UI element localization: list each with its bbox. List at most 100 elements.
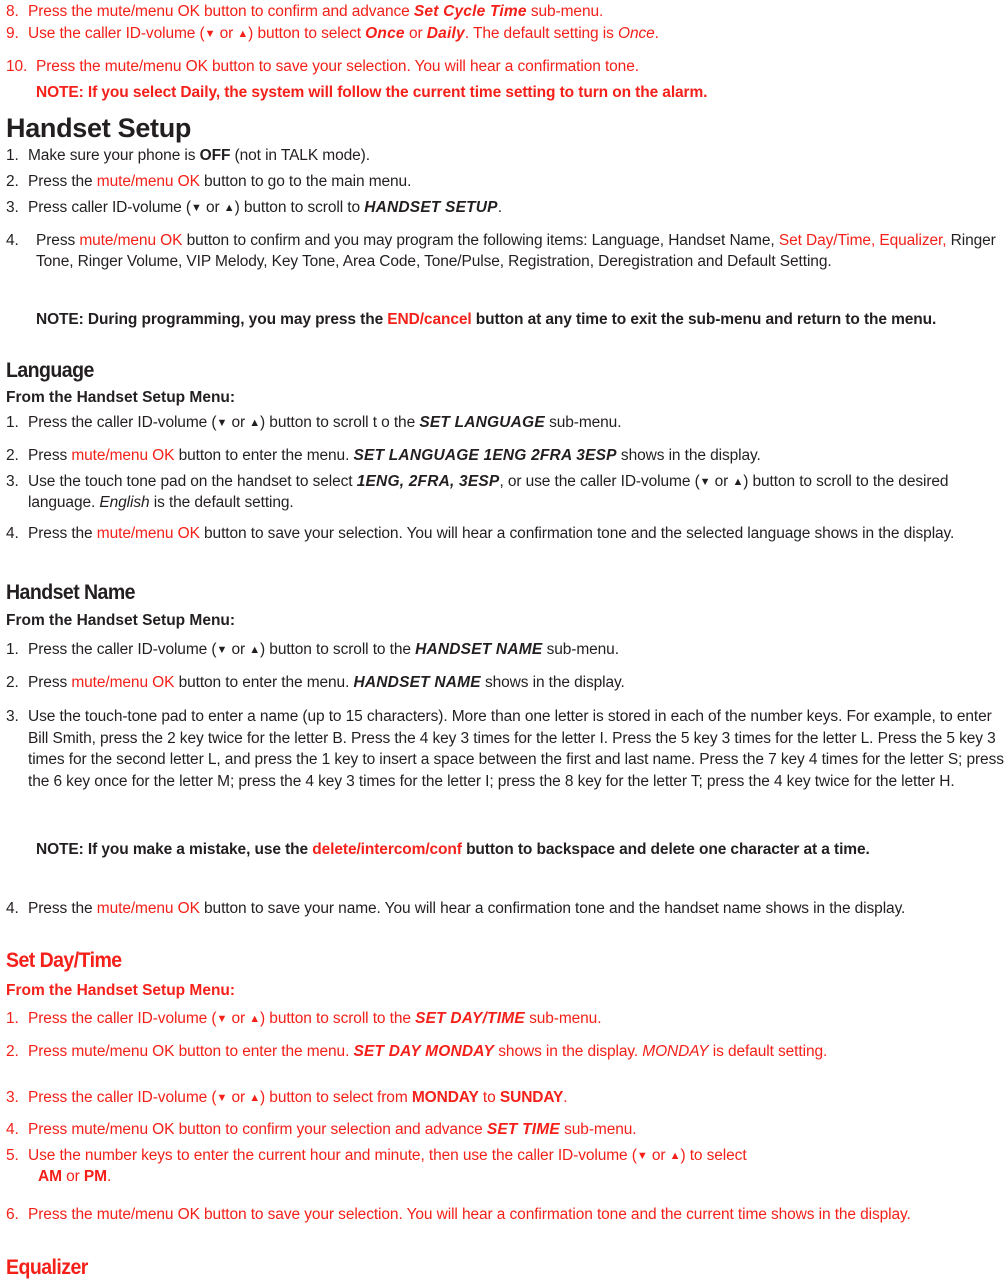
handset-setup-step-1: 1. Make sure your phone is OFF (not in TA… (6, 146, 1006, 167)
step-number: 4. (6, 900, 19, 917)
set-day-time-step-2: 2. Press mute/menu OK button to enter the… (6, 1042, 1006, 1063)
step-text: Press the mute/menu OK button to confirm… (28, 3, 414, 20)
heading-language: Language (6, 359, 94, 382)
button-name-mute-menu-ok: mute/menu OK (71, 674, 175, 691)
note-end-cancel: NOTE: During programming, you may press … (6, 310, 1006, 331)
emphasis-monday: MONDAY (411, 1089, 479, 1106)
step-number: 3. (6, 708, 19, 725)
up-arrow-icon: ▲ (249, 644, 261, 656)
down-arrow-icon: ▼ (190, 202, 202, 214)
button-name-delete-intercom-conf: delete/intercom/conf (312, 841, 462, 858)
set-day-time-step-4: 4. Press mute/menu OK button to confirm y… (6, 1120, 1006, 1141)
button-name-mute-menu-ok: mute/menu OK (96, 173, 200, 190)
up-arrow-icon: ▲ (237, 28, 249, 40)
step-number: 9. (6, 25, 19, 42)
button-name-mute-menu-ok: mute/menu OK (79, 232, 183, 249)
language-step-1: 1. Press the caller ID-volume (▼ or ▲) bu… (6, 413, 1006, 434)
step-text-d: . (106, 1167, 112, 1185)
down-arrow-icon: ▼ (216, 1013, 228, 1025)
step-text-mid: or (215, 25, 238, 42)
step-text-c: is default setting. (708, 1043, 828, 1060)
step-text-mid: or (227, 641, 250, 658)
step-number: 3. (6, 199, 19, 216)
step-number: 1. (6, 147, 19, 164)
emphasis-set-day-time: SET DAY/TIME (415, 1010, 525, 1027)
step-number: 10. (6, 58, 28, 75)
step-text-mid: or (227, 1089, 250, 1106)
handset-name-step-4: 4. Press the mute/menu OK button to save … (6, 899, 1006, 920)
step-number: 4. (6, 1121, 19, 1138)
step-9: 9. Use the caller ID-volume (▼ or ▲) butt… (6, 24, 1006, 45)
step-text-b: ) button to scroll to the (260, 1010, 416, 1027)
down-arrow-icon: ▼ (216, 1092, 228, 1104)
set-day-time-step-1: 1. Press the caller ID-volume (▼ or ▲) bu… (6, 1009, 1006, 1030)
down-arrow-icon: ▼ (216, 417, 228, 429)
step-text-c: to (478, 1089, 500, 1106)
step-text-c: . (497, 199, 502, 216)
step-number: 2. (6, 447, 19, 464)
step-text: Press (28, 674, 72, 691)
step-text-d: . The default setting is (464, 25, 618, 42)
step-text-b: , or use the caller ID-volume ( (499, 473, 700, 490)
heading-handset-name: Handset Name (6, 581, 136, 604)
set-day-time-step-3: 3. Press the caller ID-volume (▼ or ▲) bu… (6, 1088, 1006, 1109)
from-handset-setup-menu-daytime: From the Handset Setup Menu: (6, 982, 236, 999)
step-text: Use the touch-tone pad to enter a name (… (28, 708, 1004, 790)
note-daily-alarm: NOTE: If you select Daily, the system wi… (36, 84, 708, 101)
button-name-mute-menu-ok: mute/menu OK (96, 900, 200, 917)
step-number: 2. (6, 1043, 19, 1060)
step-text-c: shows in the display. (616, 447, 761, 464)
step-text-d: is the default setting. (149, 493, 294, 511)
emphasis-daily: Daily (426, 25, 465, 42)
step-text: Press mute/menu OK button to enter the m… (28, 1043, 354, 1060)
step-number: 3. (6, 473, 19, 490)
language-step-3: 3. Use the touch tone pad on the handset … (6, 472, 1006, 513)
handset-setup-step-3: 3. Press caller ID-volume (▼ or ▲) button… (6, 198, 1006, 219)
emphasis-set-language: SET LANGUAGE (419, 414, 545, 431)
step-text: Use the touch tone pad on the handset to… (28, 473, 357, 490)
down-arrow-icon: ▼ (636, 1150, 648, 1162)
note-delete-intercom-conf: NOTE: If you make a mistake, use the del… (6, 840, 1006, 861)
step-text: Press the caller ID-volume ( (28, 1089, 217, 1106)
handset-setup-step-2: 2. Press the mute/menu OK button to go to… (6, 172, 1006, 193)
emphasis-set-time: SET TIME (486, 1121, 560, 1138)
step-number: 2. (6, 674, 19, 691)
note-text-b: button at any time to exit the sub-menu … (471, 311, 937, 328)
step-text-b: ) to select (680, 1147, 747, 1164)
handset-setup-step-4: 4. Press mute/menu OK button to confirm a… (6, 231, 1006, 272)
up-arrow-icon: ▲ (669, 1150, 681, 1162)
step-number: 5. (6, 1147, 19, 1164)
heading-handset-setup: Handset Setup (6, 113, 192, 143)
step-10: 10. Press the mute/menu OK button to save… (6, 57, 1006, 78)
down-arrow-icon: ▼ (216, 644, 228, 656)
step-text-c: sub-menu. (542, 641, 619, 658)
step-text-b: ) button to scroll t o the (260, 414, 420, 431)
emphasis-monday-default: MONDAY (642, 1043, 709, 1060)
note-text-b: button to backspace and delete one chara… (461, 841, 870, 858)
step-number: 1. (6, 641, 19, 658)
step-text-c: shows in the display. (480, 674, 625, 691)
step-text: Press the mute/menu OK button to save yo… (28, 1206, 911, 1223)
step-text: Press the caller ID-volume ( (28, 414, 217, 431)
language-step-4: 4. Press the mute/menu OK button to save … (6, 524, 1006, 545)
step-text: Press the caller ID-volume ( (28, 1010, 217, 1027)
step-number: 1. (6, 1010, 19, 1027)
emphasis-sunday: SUNDAY (499, 1089, 564, 1106)
step-text-c: or (404, 25, 427, 42)
step-number: 4. (6, 232, 19, 249)
step-text-mid: or (201, 199, 224, 216)
step-number: 3. (6, 1089, 19, 1106)
note-text-a: NOTE: If you make a mistake, use the (36, 841, 313, 858)
step-text-b: ) button to scroll to the (260, 641, 416, 658)
step-text-b: shows in the display. (494, 1043, 643, 1060)
step-text-b: sub-menu. (559, 1121, 637, 1138)
step-text: Press caller ID-volume ( (28, 199, 191, 216)
set-day-time-step-5: 5. Use the number keys to enter the curre… (6, 1146, 1006, 1187)
heading-equalizer: Equalizer (6, 1256, 88, 1279)
step-text-mid: or (227, 414, 250, 431)
step-text-tail: (not in TALK mode). (230, 147, 370, 164)
step-text-e: . (654, 25, 659, 42)
emphasis-once: Once (365, 25, 405, 42)
emphasis-default-once: Once (617, 25, 655, 42)
button-name-mute-menu-ok: mute/menu OK (71, 447, 175, 464)
